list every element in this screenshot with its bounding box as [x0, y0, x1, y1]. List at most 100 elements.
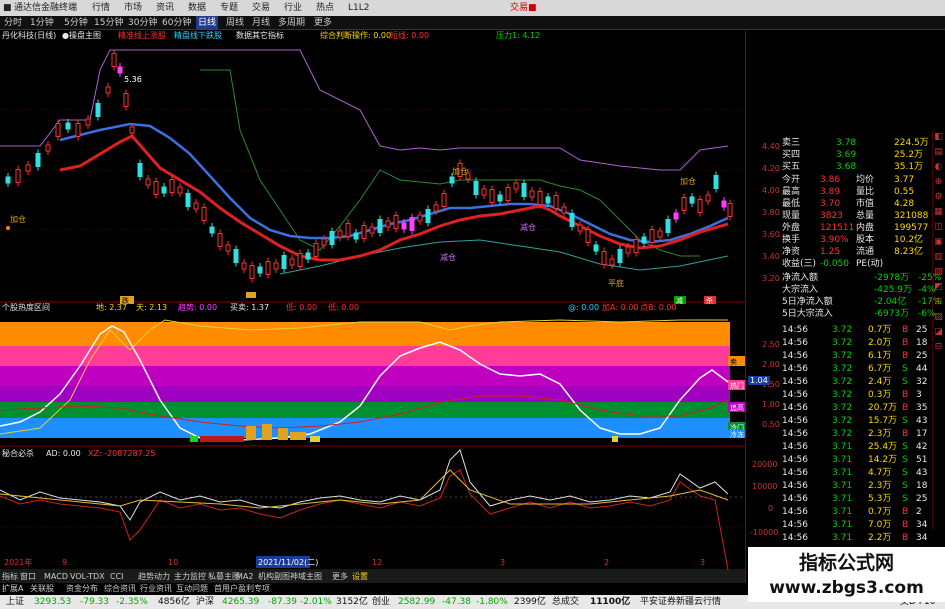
- period-tab[interactable]: 15分钟: [94, 16, 123, 30]
- indicator-tab[interactable]: 神域主图: [290, 570, 322, 583]
- flow-pct: -6%: [918, 309, 936, 319]
- period-tab[interactable]: 月线: [252, 16, 270, 30]
- tick-s: B: [902, 351, 909, 361]
- tick-row: 14:56 3.72 15.7万 S 43: [782, 415, 942, 427]
- tick-v: 2.0万: [868, 338, 892, 348]
- indicator-tab[interactable]: 窗口: [20, 570, 36, 583]
- candle-body: [689, 196, 695, 204]
- candle-body: [257, 266, 263, 274]
- candle-body: [75, 123, 81, 137]
- menu-redian[interactable]: 热点: [316, 0, 334, 16]
- tick-t: 14:56: [782, 416, 808, 426]
- candle-body: [593, 244, 599, 252]
- candle-body: [249, 265, 255, 279]
- news-ticker[interactable]: 平安证券新疆云行情: [640, 595, 721, 609]
- candle-body: [409, 217, 415, 231]
- date-label: 10: [168, 558, 178, 567]
- indicator-tab[interactable]: 设置: [352, 570, 368, 583]
- ad-yellow-line: [0, 469, 729, 509]
- menu-zhuanti[interactable]: 专题: [220, 0, 238, 16]
- tick-n: 25: [916, 325, 928, 335]
- indicator-tab[interactable]: VOL-TDX: [70, 570, 105, 583]
- tick-n: 35: [916, 403, 928, 413]
- tick-n: 43: [916, 468, 928, 478]
- main-axis-tick: 3.60: [762, 230, 780, 239]
- indicator-tab[interactable]: 指标: [2, 570, 18, 583]
- menu-shichang[interactable]: 市场: [124, 0, 142, 16]
- quote-label: 外盘: [782, 223, 801, 233]
- status-tab[interactable]: 行业资讯: [140, 583, 172, 595]
- menu-hangqing[interactable]: 行情: [92, 0, 110, 16]
- candle-body: [55, 123, 61, 137]
- sub-value: 天: 2.13: [136, 303, 168, 312]
- tick-n: 25: [916, 351, 928, 361]
- tick-row: 14:56 3.71 7.0万 B 34: [782, 519, 942, 531]
- index-label[interactable]: 上证: [6, 595, 24, 609]
- candle-body: [727, 203, 733, 217]
- quote-value: 0.55: [894, 187, 915, 197]
- sub-indicator-name[interactable]: 个股热度区间: [2, 302, 50, 314]
- quote-label: 均价: [856, 175, 875, 185]
- indicator-tab[interactable]: MACD: [44, 570, 68, 583]
- period-tab[interactable]: 1分钟: [30, 16, 54, 30]
- status-tab[interactable]: 资金分布: [66, 583, 98, 595]
- status-tab[interactable]: 扩展A: [2, 583, 23, 595]
- stock-name[interactable]: 丹化科技(日线): [2, 30, 56, 42]
- flow-pct: -4%: [918, 285, 936, 295]
- tick-s: B: [902, 325, 909, 335]
- candle-body: [449, 176, 455, 184]
- candle-body: [233, 249, 239, 263]
- menu-jiaoyi[interactable]: 交易: [252, 0, 270, 16]
- indicator-tab[interactable]: 更多: [332, 570, 348, 583]
- tick-row: 14:56 3.71 25.4万 S 42: [782, 441, 942, 453]
- tick-s: S: [902, 494, 908, 504]
- indicator-tab[interactable]: MA2: [236, 570, 253, 583]
- app-title: 通达信金融终端: [14, 3, 78, 13]
- status-tab[interactable]: 互动问题: [176, 583, 208, 595]
- period-tab[interactable]: 分时: [4, 16, 22, 30]
- ad-legend: 秘合必杀 AD: 0.00 XZ: -2087287.25: [2, 448, 302, 460]
- indicator-tab[interactable]: 主力监控: [174, 570, 206, 583]
- trade-button[interactable]: 交易■: [510, 0, 537, 16]
- quote-label: 总量: [856, 211, 875, 221]
- status-tab[interactable]: 关联股: [30, 583, 54, 595]
- tick-p: 3.72: [832, 338, 853, 348]
- menu-hangye[interactable]: 行业: [284, 0, 302, 16]
- period-tab[interactable]: 30分钟: [128, 16, 157, 30]
- index-label[interactable]: 创业: [372, 595, 390, 609]
- tick-p: 3.71: [832, 533, 853, 543]
- status-tab[interactable]: 首用户盈利专项: [214, 583, 270, 595]
- menu-shuju[interactable]: 数据: [188, 0, 206, 16]
- index-label[interactable]: 沪深: [196, 595, 214, 609]
- quote-label: 买四: [782, 150, 801, 160]
- candle-body: [617, 249, 623, 263]
- side-tool-icons[interactable]: ◧ ▤ ◐ ⊕ ⚙ ▦ ◫ ▣ ▥ ▧ ◩ ⊞ ▨ ◪ ⊟: [933, 130, 944, 355]
- candle-body: [545, 196, 551, 204]
- tick-s: S: [902, 481, 908, 491]
- sub-axis-tick: 0.50: [762, 420, 780, 429]
- date-axis: 2021年 9 10 2021/11/02(二) 12 3 2 3: [4, 556, 705, 568]
- candle-body: [185, 193, 191, 207]
- flow-value: -425.9万: [874, 285, 913, 295]
- period-tab[interactable]: 周线: [226, 16, 244, 30]
- menu-l1l2[interactable]: L1L2: [348, 0, 369, 16]
- tick-t: 14:56: [782, 403, 808, 413]
- candle-body: [321, 238, 327, 246]
- indicator-tab[interactable]: CCI: [110, 570, 124, 583]
- quote-label: 卖三: [782, 138, 801, 148]
- ad-indicator-name[interactable]: 秘合必杀: [2, 448, 34, 460]
- period-tab[interactable]: 更多: [314, 16, 332, 30]
- indicator-tab[interactable]: 机构副图: [258, 570, 290, 583]
- period-tab[interactable]: 5分钟: [64, 16, 88, 30]
- period-tab-active[interactable]: 日线: [196, 16, 219, 30]
- status-tab[interactable]: 综合资讯: [104, 583, 136, 595]
- marker-reduce2: 减仓: [520, 222, 536, 232]
- indicator-name[interactable]: ●操盘主图: [62, 30, 101, 42]
- period-tab[interactable]: 60分钟: [162, 16, 191, 30]
- menu-zixun[interactable]: 资讯: [156, 0, 174, 16]
- indicator-tab[interactable]: 趋势动力: [138, 570, 170, 583]
- tick-p: 3.72: [832, 390, 853, 400]
- tick-v: 2.4万: [868, 377, 892, 387]
- quote-vol: 35.1万: [894, 162, 924, 172]
- period-tab[interactable]: 多周期: [278, 16, 305, 30]
